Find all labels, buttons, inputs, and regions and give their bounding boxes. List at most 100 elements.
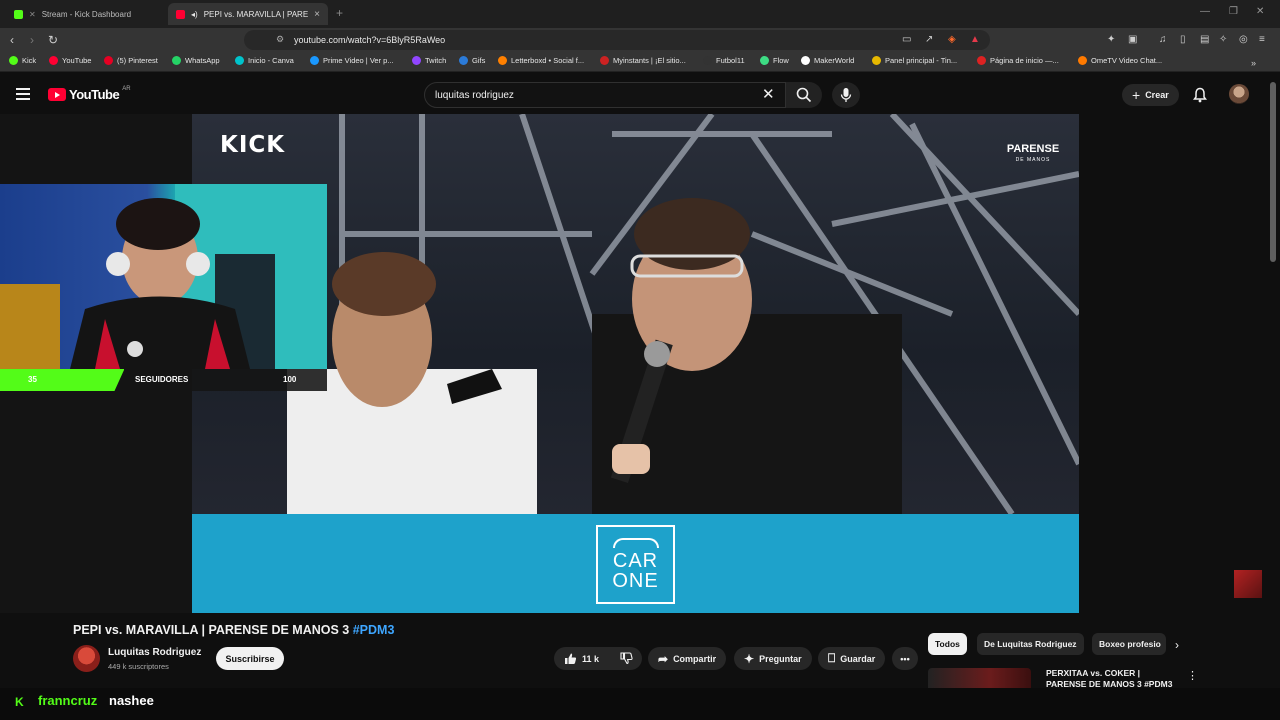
clear-search-icon[interactable]: ✕ bbox=[762, 86, 775, 104]
rewards-icon[interactable]: ▲ bbox=[970, 33, 980, 47]
share-button[interactable]: ➦ Compartir bbox=[648, 647, 727, 670]
tab-kick-dashboard[interactable]: ✕ Stream - Kick Dashboard bbox=[6, 3, 166, 25]
url-text: youtube.com/watch?v=6BlyR5RaWeo bbox=[294, 35, 446, 45]
tab-label: PEPI vs. MARAVILLA | PARENS bbox=[203, 9, 308, 19]
address-bar[interactable]: ⚙ youtube.com/watch?v=6BlyR5RaWeo bbox=[244, 30, 990, 50]
bookmark-item[interactable]: Twitch bbox=[412, 56, 446, 65]
forward-icon[interactable]: › bbox=[30, 33, 34, 47]
follower-label: SEGUIDORES bbox=[135, 375, 189, 384]
like-button[interactable]: 11 k bbox=[554, 647, 610, 670]
chip-todos[interactable]: Todos bbox=[928, 633, 967, 655]
site-info-icon[interactable]: ⚙ bbox=[276, 34, 284, 45]
minimize-icon[interactable]: — bbox=[1200, 6, 1210, 17]
chips-next-icon[interactable]: › bbox=[1175, 638, 1179, 652]
bookmark-item[interactable]: Gifs bbox=[459, 56, 485, 65]
maximize-icon[interactable]: ❐ bbox=[1229, 6, 1238, 17]
bookmark-label: Flow bbox=[773, 56, 789, 65]
kick-chat-icon: K bbox=[15, 695, 24, 709]
chip-de-luquitas[interactable]: De Luquitas Rodriguez bbox=[977, 633, 1084, 655]
country-code: AR bbox=[122, 85, 131, 92]
dislike-button[interactable] bbox=[610, 647, 642, 670]
plus-icon: + bbox=[1132, 87, 1141, 103]
bookmark-item[interactable]: Inicio - Canva bbox=[235, 56, 294, 65]
bookmark-favicon-icon bbox=[104, 56, 113, 65]
sponsor-line-2: ONE bbox=[612, 570, 659, 592]
new-tab-icon[interactable]: + bbox=[336, 6, 343, 20]
voice-search-button[interactable] bbox=[832, 82, 860, 108]
thumbs-down-icon bbox=[619, 652, 633, 665]
parense-de-manos-logo: PARENSE DE MANOS bbox=[997, 144, 1069, 166]
bookmark-item[interactable]: Letterboxd • Social f... bbox=[498, 56, 584, 65]
subscribe-button[interactable]: Suscribirse bbox=[216, 647, 284, 670]
recommended-video-thumbnail[interactable] bbox=[928, 668, 1031, 690]
wallet-icon[interactable]: ▤ bbox=[1200, 33, 1209, 47]
bookmark-favicon-icon bbox=[235, 56, 244, 65]
mini-player-thumbnail[interactable] bbox=[1234, 570, 1262, 598]
video-hashtag[interactable]: #PDM3 bbox=[353, 623, 395, 637]
bookmark-item[interactable]: (5) Pinterest bbox=[104, 56, 158, 65]
share-icon[interactable]: ↗ bbox=[925, 33, 933, 47]
recommended-more-icon[interactable]: ⋮ bbox=[1187, 669, 1198, 682]
recommended-video-title[interactable]: PERXITAA vs. COKER | PARENSE DE MANOS 3 … bbox=[1046, 668, 1176, 690]
bookmark-item[interactable]: Página de inicio —... bbox=[977, 56, 1059, 65]
bookmark-item[interactable]: Kick bbox=[9, 56, 36, 65]
bookmark-label: OmeTV Video Chat... bbox=[1091, 56, 1163, 65]
bookmark-icon: ⎕ bbox=[828, 651, 836, 665]
bookmark-item[interactable]: Flow bbox=[760, 56, 789, 65]
follower-count: 35 bbox=[28, 375, 37, 384]
save-button[interactable]: ⎕ Guardar bbox=[818, 647, 886, 670]
bookmark-label: Página de inicio —... bbox=[990, 56, 1059, 65]
bookmark-favicon-icon bbox=[872, 56, 881, 65]
bookmark-favicon-icon bbox=[760, 56, 769, 65]
create-button[interactable]: + Crear bbox=[1122, 84, 1179, 106]
youtube-logo[interactable]: YouTube AR bbox=[48, 85, 131, 102]
bookmark-item[interactable]: Panel principal - Tin... bbox=[872, 56, 957, 65]
cast-icon[interactable]: ▭ bbox=[902, 33, 911, 47]
brave-shield-icon[interactable]: ◈ bbox=[948, 33, 956, 47]
video-title: PEPI vs. MARAVILLA | PARENSE DE MANOS 3 … bbox=[73, 623, 394, 637]
youtube-favicon-icon bbox=[176, 9, 185, 19]
parense-title: PARENSE bbox=[1006, 143, 1060, 155]
bookmark-favicon-icon bbox=[498, 56, 507, 65]
bookmark-favicon-icon bbox=[600, 56, 609, 65]
bookmark-label: YouTube bbox=[62, 56, 92, 65]
close-tab-icon[interactable]: × bbox=[314, 9, 320, 20]
parense-subtitle: DE MANOS bbox=[1015, 157, 1051, 163]
channel-avatar[interactable] bbox=[73, 645, 100, 672]
reload-icon[interactable]: ↻ bbox=[48, 33, 58, 47]
bookmark-item[interactable]: MakerWorld bbox=[801, 56, 854, 65]
bookmark-item[interactable]: WhatsApp bbox=[172, 56, 220, 65]
bookmark-item[interactable]: Futbol11 bbox=[703, 56, 745, 65]
bookmark-label: Inicio - Canva bbox=[248, 56, 294, 65]
sidebar-icon[interactable]: ▯ bbox=[1180, 33, 1186, 47]
search-button[interactable] bbox=[786, 82, 822, 108]
more-bookmarks-icon[interactable]: » bbox=[1251, 56, 1256, 70]
page-scrollbar[interactable] bbox=[1270, 82, 1276, 262]
bookmark-label: WhatsApp bbox=[185, 56, 220, 65]
leo-ai-icon[interactable]: ✧ bbox=[1219, 33, 1227, 47]
bookmark-item[interactable]: OmeTV Video Chat... bbox=[1078, 56, 1162, 65]
main-menu-icon[interactable]: ≡ bbox=[1259, 33, 1265, 47]
account-avatar[interactable] bbox=[1229, 84, 1249, 104]
channel-name[interactable]: Luquitas Rodriguez bbox=[108, 647, 201, 658]
media-icon[interactable]: ♫ bbox=[1159, 33, 1167, 47]
back-icon[interactable]: ‹ bbox=[10, 33, 14, 47]
close-window-icon[interactable]: ✕ bbox=[1256, 6, 1264, 17]
screenshot-icon[interactable]: ▣ bbox=[1128, 33, 1137, 47]
ask-button[interactable]: ✦ Preguntar bbox=[734, 647, 812, 670]
notifications-icon[interactable] bbox=[1193, 87, 1207, 108]
vpn-icon[interactable]: ◎ bbox=[1239, 33, 1248, 47]
bookmark-item[interactable]: Myinstants | ¡El sitio... bbox=[600, 56, 686, 65]
chip-boxeo[interactable]: Boxeo profesio bbox=[1092, 633, 1166, 655]
tab-youtube-video[interactable]: ◂) PEPI vs. MARAVILLA | PARENS × bbox=[168, 3, 328, 25]
search-input[interactable]: luquitas rodriguez bbox=[424, 82, 786, 108]
chat-username: franncruz bbox=[38, 693, 98, 708]
more-actions-button[interactable]: ••• bbox=[892, 647, 918, 670]
webcam-person-graphic bbox=[0, 184, 327, 369]
extensions-icon[interactable]: ✦ bbox=[1107, 33, 1115, 47]
hamburger-menu-icon[interactable] bbox=[16, 88, 30, 100]
bookmark-item[interactable]: YouTube bbox=[49, 56, 91, 65]
logo-wordmark: YouTube bbox=[69, 87, 120, 102]
bookmark-item[interactable]: Prime Video | Ver p... bbox=[310, 56, 394, 65]
youtube-play-icon bbox=[48, 88, 66, 101]
